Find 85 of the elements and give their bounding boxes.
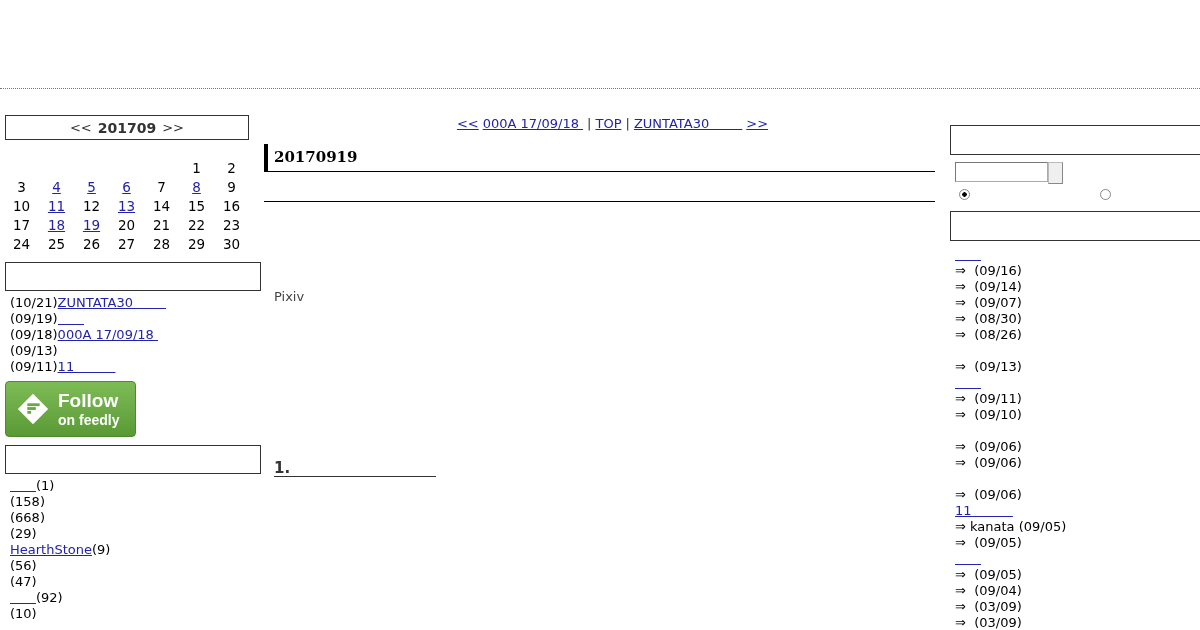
comment-entry: ⇒ (09/05): [955, 535, 1022, 550]
entry-text: Pixiv: [273, 289, 306, 305]
radio-button[interactable]: [959, 189, 970, 200]
category-count: (10): [10, 606, 37, 621]
entry-date: (09/19): [10, 311, 58, 326]
comment-entry: ⇒ (09/06): [955, 487, 1022, 502]
category-count: (29): [10, 526, 37, 541]
calendar-day: 16: [222, 198, 241, 214]
calendar-day: 1: [192, 160, 201, 176]
comment-entry: ⇒ (03/09): [955, 599, 1022, 614]
calendar-day: 23: [222, 217, 241, 233]
comment-entry: ⇒ (09/14): [955, 279, 1022, 294]
entry-link[interactable]: 000A 17/09/18: [57, 327, 158, 342]
comment-entry: ⇒ (08/26): [955, 327, 1022, 342]
calendar-day: 17: [12, 217, 31, 233]
entry-date: (09/18): [10, 327, 58, 342]
previous-entry-arrow[interactable]: <<: [456, 115, 479, 133]
calendar-day: 21: [152, 217, 171, 233]
follow-label: Follow: [58, 391, 120, 410]
top-link[interactable]: TOP: [595, 115, 622, 133]
comment-entry: ⇒ (09/13): [955, 359, 1022, 374]
calendar-day-link[interactable]: 18: [47, 217, 66, 233]
calendar-day: 14: [152, 198, 171, 214]
calendar-day-link[interactable]: 11: [47, 198, 66, 214]
section-heading: 1.: [274, 460, 437, 477]
calendar-day: 25: [47, 236, 66, 252]
calendar-day: 29: [187, 236, 206, 252]
separator: |: [625, 115, 630, 133]
search-field[interactable]: [955, 162, 1048, 182]
comment-entry: ⇒ (08/30): [955, 311, 1022, 326]
feedly-label: on feedly: [58, 413, 120, 427]
calendar-day: 24: [12, 236, 31, 252]
search-button[interactable]: [1048, 162, 1063, 184]
calendar-day-link[interactable]: 8: [192, 179, 201, 195]
separator: |: [587, 115, 592, 133]
calendar-day: 7: [157, 179, 166, 195]
entry-date: (10/21): [10, 295, 58, 310]
category-count: (158): [10, 494, 45, 509]
comment-entry: ⇒ (09/06): [955, 439, 1022, 454]
calendar-day: 10: [12, 198, 31, 214]
calendar-day: 30: [222, 236, 241, 252]
category-count: (56): [10, 558, 37, 573]
calendar-day-link[interactable]: 5: [87, 179, 96, 195]
calendar-day: 26: [82, 236, 101, 252]
next-entry-link[interactable]: ZUNTATA30: [633, 115, 743, 133]
calendar-day: 22: [187, 217, 206, 233]
next-month-link[interactable]: >>: [162, 120, 184, 135]
entry-link[interactable]: 11: [955, 503, 1013, 518]
comment-entry: ⇒ (09/16): [955, 263, 1022, 278]
entry-date: (09/13): [10, 343, 58, 358]
comment-entry: ⇒ kanata (09/05): [955, 519, 1067, 534]
previous-entry-link[interactable]: 000A 17/09/18: [482, 115, 584, 133]
comment-entry: ⇒ (09/07): [955, 295, 1022, 310]
entry-date: (09/11): [10, 359, 58, 374]
entry-link[interactable]: 11: [57, 359, 116, 374]
category-link[interactable]: HearthStone: [10, 542, 92, 557]
comment-entry: ⇒ (03/09): [955, 615, 1022, 630]
category-count: (47): [10, 574, 37, 589]
entry-link[interactable]: ZUNTATA30: [57, 295, 166, 310]
calendar-day: 12: [82, 198, 101, 214]
calendar-day-link[interactable]: 4: [52, 179, 61, 195]
category-count: (9): [91, 542, 111, 557]
calendar-day: 27: [117, 236, 136, 252]
comment-entry: ⇒ (09/10): [955, 407, 1022, 422]
calendar-day: 3: [17, 179, 26, 195]
calendar-day: 20: [117, 217, 136, 233]
radio-button[interactable]: [1100, 189, 1111, 200]
category-count: (92): [36, 590, 63, 605]
next-entry-arrow[interactable]: >>: [746, 115, 769, 133]
calendar-day: 28: [152, 236, 171, 252]
category-count: (668): [10, 510, 45, 525]
previous-month-link[interactable]: <<: [69, 120, 92, 135]
calendar-day: 2: [227, 160, 236, 176]
calendar-day-link[interactable]: 13: [117, 198, 136, 214]
comment-entry: ⇒ (09/06): [955, 455, 1022, 470]
comment-entry: ⇒ (09/11): [955, 391, 1022, 406]
calendar-day: 15: [187, 198, 206, 214]
entry-date-heading: 20170919: [264, 144, 935, 172]
calendar-day-link[interactable]: 6: [122, 179, 131, 195]
calendar-day: 9: [227, 179, 236, 195]
month-title: 201709: [97, 119, 157, 136]
category-count: (1): [36, 478, 55, 493]
comment-entry: ⇒ (09/04): [955, 583, 1022, 598]
calendar-day-link[interactable]: 19: [82, 217, 101, 233]
comment-entry: ⇒ (09/05): [955, 567, 1022, 582]
